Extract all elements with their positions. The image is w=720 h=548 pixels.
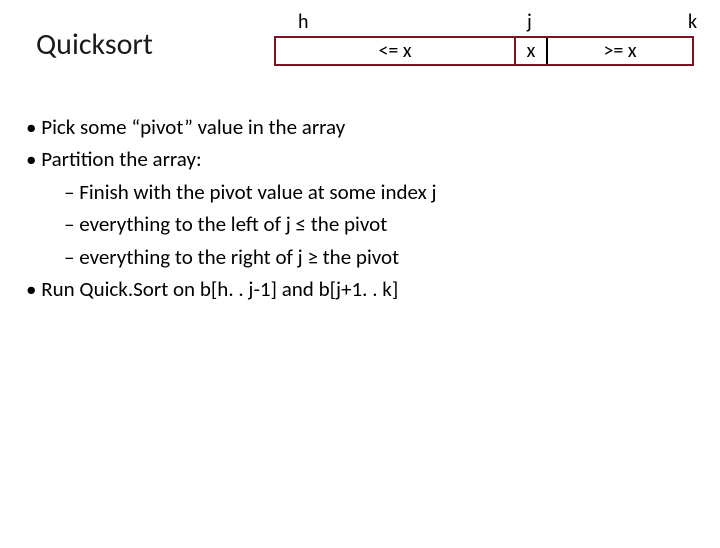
- sub-bullet-item: everything to the right of j ≥ the pivot: [64, 242, 720, 272]
- index-label-j: j: [527, 10, 532, 34]
- index-labels-row: h j k: [274, 10, 694, 36]
- bullet-item: Partition the array:: [26, 144, 720, 174]
- array-box: <= x x >= x: [274, 36, 694, 66]
- bullet-item: Run Quick.Sort on b[h. . j-1] and b[j+1.…: [26, 274, 720, 304]
- bullet-item: Pick some “pivot” value in the array: [26, 112, 720, 142]
- sub-bullet-item: Finish with the pivot value at some inde…: [64, 177, 720, 207]
- index-label-h: h: [298, 10, 309, 34]
- bullet-list: Pick some “pivot” value in the array Par…: [26, 112, 720, 305]
- segment-pivot: x: [516, 38, 548, 64]
- sub-bullet-item: everything to the left of j ≤ the pivot: [64, 209, 720, 239]
- header-row: Quicksort h j k <= x x >= x: [0, 8, 720, 78]
- page-title: Quicksort: [36, 26, 153, 63]
- segment-left: <= x: [276, 38, 516, 64]
- segment-right: >= x: [548, 38, 692, 64]
- partition-diagram: h j k <= x x >= x: [274, 10, 694, 66]
- index-label-k: k: [688, 10, 697, 34]
